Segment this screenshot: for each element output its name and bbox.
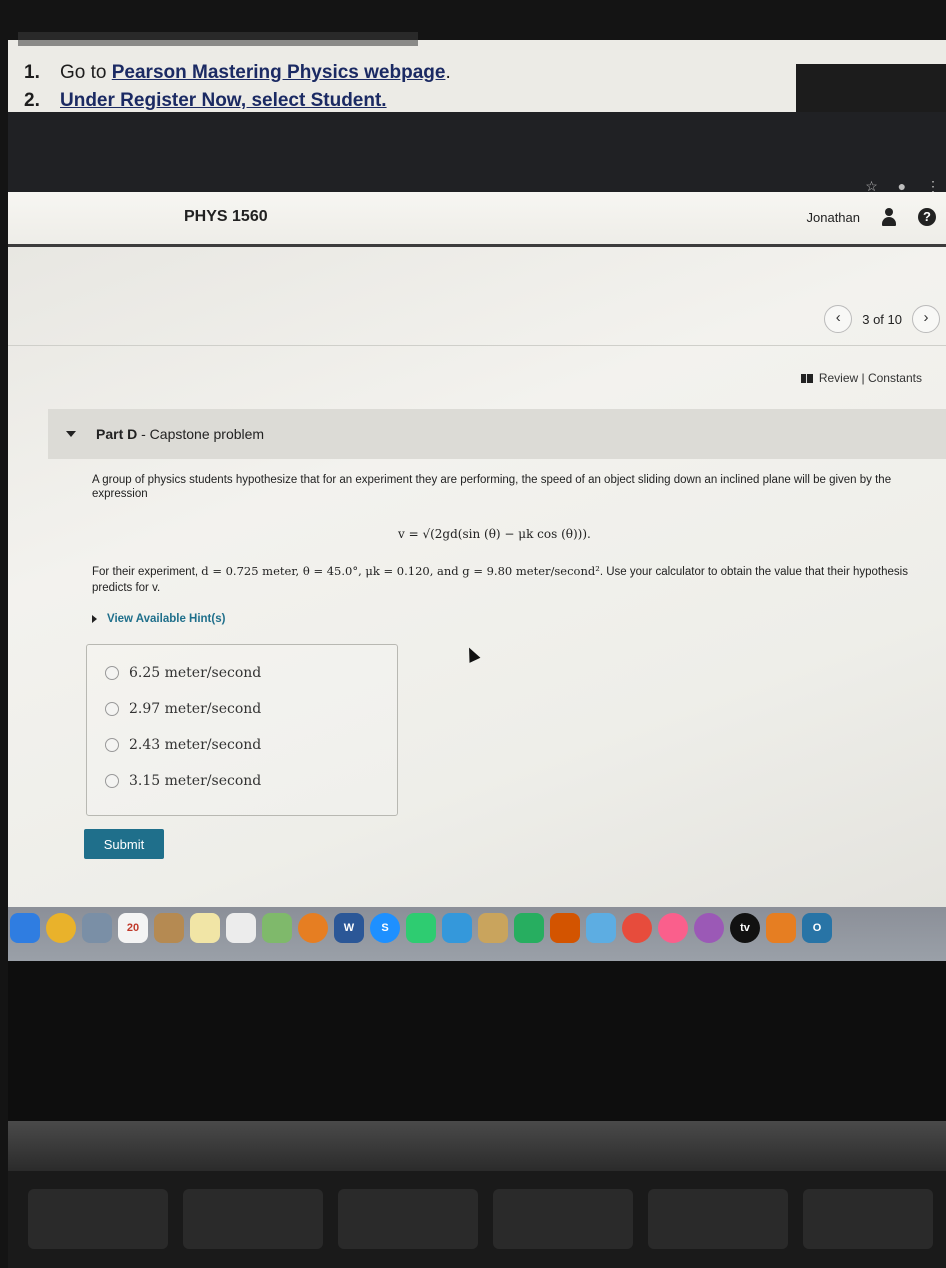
photos-icon[interactable] xyxy=(298,913,328,943)
answer-option[interactable]: 2.43 meter/second xyxy=(105,737,261,753)
content-divider xyxy=(8,345,946,346)
radio-button[interactable] xyxy=(105,666,119,680)
document-line-2: 2. Under Register Now, select Student. xyxy=(24,90,387,112)
news-icon[interactable] xyxy=(622,913,652,943)
answer-option-label[interactable]: 2.43 meter/second xyxy=(129,737,261,753)
part-header[interactable]: Part D - Capstone problem xyxy=(48,409,946,459)
document-line-number: 2. xyxy=(24,90,40,111)
next-item-button[interactable]: › xyxy=(912,305,940,333)
outlook-icon[interactable]: O xyxy=(802,913,832,943)
radio-button[interactable] xyxy=(105,702,119,716)
assignment-content: ‹ 3 of 10 › Review | Constants Part D - … xyxy=(8,247,946,907)
answer-option[interactable]: 2.97 meter/second xyxy=(105,701,261,717)
document-line-prefix: Go to xyxy=(60,62,112,83)
background-document: 1. Go to Pearson Mastering Physics webpag… xyxy=(8,32,946,114)
calendar-icon[interactable]: 20 xyxy=(118,913,148,943)
hints-label[interactable]: View Available Hint(s) xyxy=(107,613,225,625)
item-pager: ‹ 3 of 10 › xyxy=(824,305,940,333)
document-line-number: 1. xyxy=(24,62,40,83)
previous-item-button[interactable]: ‹ xyxy=(824,305,853,333)
document-cutoff-line xyxy=(18,32,418,46)
keyboard-key xyxy=(338,1189,478,1249)
document-line-suffix: . xyxy=(445,62,451,83)
answer-options: 6.25 meter/second 2.97 meter/second 2.43… xyxy=(86,644,398,816)
app-header: PHYS 1560 Jonathan ? xyxy=(8,192,946,247)
part-title-bold: Part D xyxy=(96,426,138,442)
books-icon[interactable] xyxy=(766,913,796,943)
itunes-icon[interactable] xyxy=(658,913,688,943)
laptop-bezel xyxy=(8,961,946,1121)
given-values-text: For their experiment, d = 0.725 meter, θ… xyxy=(92,563,942,596)
mouse-cursor-icon xyxy=(463,645,481,663)
review-constants-label[interactable]: Review | Constants xyxy=(819,371,922,385)
answer-option[interactable]: 6.25 meter/second xyxy=(105,665,261,681)
answer-option[interactable]: 3.15 meter/second xyxy=(105,773,261,789)
course-title[interactable]: PHYS 1560 xyxy=(184,208,268,226)
notes-icon[interactable] xyxy=(190,913,220,943)
skype-icon[interactable]: S xyxy=(370,913,400,943)
facetime-icon[interactable] xyxy=(406,913,436,943)
part-title-rest: - Capstone problem xyxy=(137,426,265,442)
podcasts-icon[interactable] xyxy=(694,913,724,943)
question-equation: v = √(2gd(sin (θ) − μk cos (θ))). xyxy=(398,527,591,541)
given-values: d = 0.725 meter, θ = 45.0°, μk = 0.120, … xyxy=(201,564,600,578)
user-icon[interactable] xyxy=(880,208,898,226)
user-area: Jonathan ? xyxy=(807,208,936,226)
apple-tv-icon[interactable]: tv xyxy=(730,913,760,943)
radio-button[interactable] xyxy=(105,738,119,752)
messages-icon[interactable] xyxy=(442,913,472,943)
document-line-1: 1. Go to Pearson Mastering Physics webpag… xyxy=(24,62,451,84)
pager-position: 3 of 10 xyxy=(862,311,902,327)
document-overlay-block xyxy=(796,64,946,114)
pearson-link[interactable]: Pearson Mastering Physics webpage xyxy=(112,62,446,83)
mail-icon[interactable] xyxy=(82,913,112,943)
register-instruction: Under Register Now, select Student. xyxy=(60,90,387,111)
part-title: Part D - Capstone problem xyxy=(96,426,264,442)
keyboard-key xyxy=(648,1189,788,1249)
answer-option-label[interactable]: 2.97 meter/second xyxy=(129,701,261,717)
review-constants-link[interactable]: Review | Constants xyxy=(800,371,922,385)
keyboard-key xyxy=(493,1189,633,1249)
view-hints-toggle[interactable]: View Available Hint(s) xyxy=(92,613,225,625)
help-icon[interactable]: ? xyxy=(918,208,936,226)
submit-button[interactable]: Submit xyxy=(84,829,164,859)
answer-option-label[interactable]: 3.15 meter/second xyxy=(129,773,261,789)
book-icon xyxy=(800,373,813,383)
numbers-icon[interactable] xyxy=(514,913,544,943)
keyboard-key xyxy=(28,1189,168,1249)
mac-dock: 20 W S tv O xyxy=(8,907,946,961)
keyboard-key xyxy=(803,1189,933,1249)
preview-icon[interactable] xyxy=(478,913,508,943)
reminders-icon[interactable] xyxy=(226,913,256,943)
powerpoint-icon[interactable] xyxy=(550,913,580,943)
hints-caret-icon xyxy=(92,615,97,623)
laptop-keyboard xyxy=(8,1171,946,1268)
radio-button[interactable] xyxy=(105,774,119,788)
keynote-icon[interactable] xyxy=(586,913,616,943)
answer-option-label[interactable]: 6.25 meter/second xyxy=(129,665,261,681)
question-text: A group of physics students hypothesize … xyxy=(92,474,892,500)
word-icon[interactable]: W xyxy=(334,913,364,943)
contacts-icon[interactable] xyxy=(154,913,184,943)
given-prefix: For their experiment, xyxy=(92,566,202,578)
chrome-icon[interactable] xyxy=(46,913,76,943)
laptop-hinge xyxy=(8,1121,946,1171)
user-name[interactable]: Jonathan xyxy=(807,210,861,225)
maps-icon[interactable] xyxy=(262,913,292,943)
browser-toolbar: ☆ ● ⋮ xyxy=(8,112,946,194)
safari-icon[interactable] xyxy=(10,913,40,943)
collapse-caret-icon[interactable] xyxy=(66,431,76,437)
keyboard-key xyxy=(183,1189,323,1249)
